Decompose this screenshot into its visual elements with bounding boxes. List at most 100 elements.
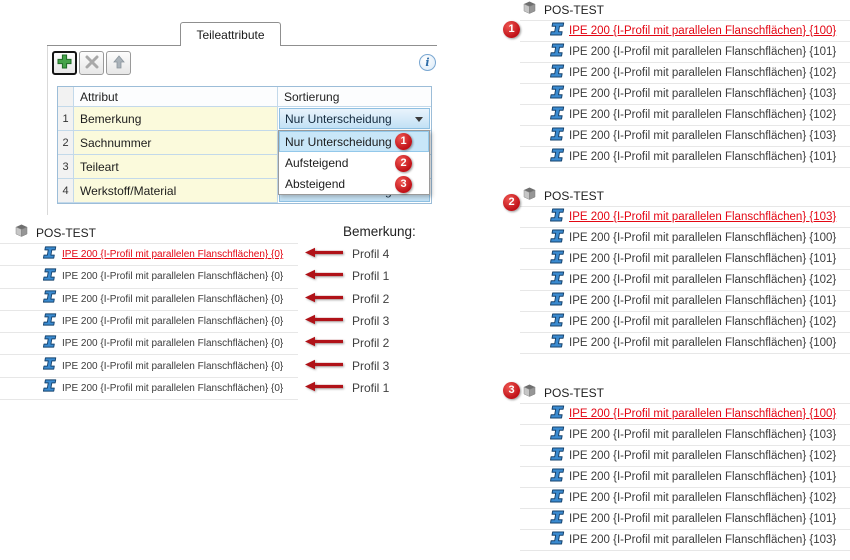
tree-item[interactable]: IPE 200 {I-Profil mit parallelen Flansch… xyxy=(520,84,850,105)
sortierung-combobox-open[interactable]: Nur Unterscheidung xyxy=(279,108,430,129)
annotation-label: Profil 3 xyxy=(352,314,390,329)
tree-item[interactable]: IPE 200 {I-Profil mit parallelen Flansch… xyxy=(0,289,298,311)
sortierung-dropdown-list: Nur Unterscheidung 1 Aufsteigend 2 Abste… xyxy=(278,130,430,195)
tree-item[interactable]: IPE 200 {I-Profil mit parallelen Flansch… xyxy=(520,249,850,270)
tree-item[interactable]: IPE 200 {I-Profil mit parallelen Flansch… xyxy=(520,312,850,333)
annotation-row: Profil 4 xyxy=(305,243,455,265)
ibeam-profile-icon xyxy=(549,509,565,530)
tree-item[interactable]: IPE 200 {I-Profil mit parallelen Flansch… xyxy=(0,333,298,356)
tree-item-label: IPE 200 {I-Profil mit parallelen Flansch… xyxy=(569,534,837,546)
tree-item[interactable]: IPE 200 {I-Profil mit parallelen Flansch… xyxy=(520,147,850,168)
tree-item[interactable]: IPE 200 {I-Profil mit parallelen Flansch… xyxy=(520,291,850,312)
tree-root-label: POS-TEST xyxy=(36,226,97,240)
ibeam-profile-icon xyxy=(549,333,565,354)
tree-item[interactable]: IPE 200 {I-Profil mit parallelen Flansch… xyxy=(520,42,850,63)
tree-item[interactable]: IPE 200 {I-Profil mit parallelen Flansch… xyxy=(0,244,298,267)
dropdown-option-nur-unterscheidung[interactable]: Nur Unterscheidung 1 xyxy=(279,131,429,152)
tree-root-row[interactable]: POS-TEST xyxy=(0,223,298,243)
result-tree-2: POS-TEST IPE 200 {I-Profil mit parallele… xyxy=(520,186,850,354)
sortierung-cell: Nur Unterscheidung xyxy=(278,107,431,131)
option-label: Aufsteigend xyxy=(285,155,349,170)
tree-item[interactable]: IPE 200 {I-Profil mit parallelen Flansch… xyxy=(520,63,850,84)
left-part-tree: POS-TEST IPE 200 {I-Profil mit parallele… xyxy=(0,223,298,401)
row-number: 1 xyxy=(58,107,74,131)
tree-item[interactable]: IPE 200 {I-Profil mit parallelen Flansch… xyxy=(520,509,850,530)
annotation-label: Profil 2 xyxy=(352,336,390,351)
ibeam-profile-icon xyxy=(549,488,565,509)
tree-item-label: IPE 200 {I-Profil mit parallelen Flansch… xyxy=(569,337,837,349)
ibeam-profile-icon xyxy=(549,270,565,291)
tree-item-label: IPE 200 {I-Profil mit parallelen Flansch… xyxy=(569,88,837,100)
tree-item-label: IPE 200 {I-Profil mit parallelen Flansch… xyxy=(569,151,837,163)
ibeam-profile-icon xyxy=(549,530,565,551)
tree-item[interactable]: IPE 200 {I-Profil mit parallelen Flansch… xyxy=(520,21,850,42)
delete-x-icon xyxy=(85,55,99,72)
tree-item[interactable]: IPE 200 {I-Profil mit parallelen Flansch… xyxy=(520,126,850,147)
tree-item-label: IPE 200 {I-Profil mit parallelen Flansch… xyxy=(569,316,837,328)
table-header-row: Attribut Sortierung xyxy=(58,87,431,107)
tree-item[interactable]: IPE 200 {I-Profil mit parallelen Flansch… xyxy=(0,355,298,378)
annotation-badge-3: 3 xyxy=(395,176,412,193)
tree-item[interactable]: IPE 200 {I-Profil mit parallelen Flansch… xyxy=(520,105,850,126)
tree-item[interactable]: IPE 200 {I-Profil mit parallelen Flansch… xyxy=(520,530,850,551)
option-label: Absteigend xyxy=(285,176,346,191)
tree-item[interactable]: IPE 200 {I-Profil mit parallelen Flansch… xyxy=(520,404,850,425)
tree-item[interactable]: IPE 200 {I-Profil mit parallelen Flansch… xyxy=(0,266,298,289)
annotation-row: Profil 2 xyxy=(305,332,455,354)
tree-item[interactable]: IPE 200 {I-Profil mit parallelen Flansch… xyxy=(520,467,850,488)
ibeam-profile-icon xyxy=(549,404,565,425)
dropdown-option-aufsteigend[interactable]: Aufsteigend 2 xyxy=(279,152,429,173)
table-row: 1 Bemerkung Nur Unterscheidung xyxy=(58,107,431,131)
tab-teileattribute[interactable]: Teileattribute xyxy=(180,22,281,46)
tree-item-label: IPE 200 {I-Profil mit parallelen Flansch… xyxy=(569,67,837,79)
attribut-cell[interactable]: Bemerkung xyxy=(74,107,278,131)
tree-item-label: IPE 200 {I-Profil mit parallelen Flansch… xyxy=(62,360,284,372)
ibeam-profile-icon xyxy=(42,378,57,398)
chevron-down-icon xyxy=(415,117,423,122)
ibeam-profile-icon xyxy=(42,245,57,265)
annotation-row: Profil 3 xyxy=(305,355,455,377)
row-number: 2 xyxy=(58,131,74,155)
tree-item[interactable]: IPE 200 {I-Profil mit parallelen Flansch… xyxy=(520,228,850,249)
ibeam-profile-icon xyxy=(549,63,565,84)
attribut-cell[interactable]: Sachnummer xyxy=(74,131,278,155)
attribut-cell[interactable]: Werkstoff/Material xyxy=(74,179,278,203)
ibeam-profile-icon xyxy=(549,42,565,63)
assembly-icon xyxy=(13,223,30,243)
tree-item-label: IPE 200 {I-Profil mit parallelen Flansch… xyxy=(569,450,837,462)
ibeam-profile-icon xyxy=(42,334,57,354)
annotation-row: Profil 3 xyxy=(305,310,455,332)
result-badge-1: 1 xyxy=(503,21,520,38)
tree-item[interactable]: IPE 200 {I-Profil mit parallelen Flansch… xyxy=(520,270,850,291)
tree-item-label: IPE 200 {I-Profil mit parallelen Flansch… xyxy=(569,211,837,223)
tree-item-label: IPE 200 {I-Profil mit parallelen Flansch… xyxy=(569,492,837,504)
assembly-icon xyxy=(521,383,538,403)
attribut-cell[interactable]: Teileart xyxy=(74,155,278,179)
arrow-left-icon xyxy=(305,290,343,308)
arrow-left-icon xyxy=(305,357,343,375)
tree-item-label: IPE 200 {I-Profil mit parallelen Flansch… xyxy=(569,274,837,286)
tree-item[interactable]: IPE 200 {I-Profil mit parallelen Flansch… xyxy=(520,446,850,467)
move-up-button[interactable] xyxy=(106,51,131,75)
add-attribute-button[interactable] xyxy=(52,51,77,75)
row-number: 3 xyxy=(58,155,74,179)
ibeam-profile-icon xyxy=(549,126,565,147)
ibeam-profile-icon xyxy=(549,446,565,467)
info-icon[interactable]: i xyxy=(419,54,436,71)
tree-root-row[interactable]: POS-TEST xyxy=(520,186,850,206)
tree-item[interactable]: IPE 200 {I-Profil mit parallelen Flansch… xyxy=(520,333,850,354)
dropdown-option-absteigend[interactable]: Absteigend 3 xyxy=(279,173,429,194)
tree-item[interactable]: IPE 200 {I-Profil mit parallelen Flansch… xyxy=(520,425,850,446)
ibeam-profile-icon xyxy=(42,356,57,376)
arrow-left-icon xyxy=(305,334,343,352)
tree-item[interactable]: IPE 200 {I-Profil mit parallelen Flansch… xyxy=(0,378,298,401)
tree-item-label: IPE 200 {I-Profil mit parallelen Flansch… xyxy=(569,109,837,121)
ibeam-profile-icon xyxy=(549,291,565,312)
tree-item[interactable]: IPE 200 {I-Profil mit parallelen Flansch… xyxy=(520,488,850,509)
delete-attribute-button[interactable] xyxy=(79,51,104,75)
tree-root-row[interactable]: POS-TEST xyxy=(520,0,850,20)
tree-root-row[interactable]: POS-TEST xyxy=(520,383,850,403)
tree-item[interactable]: IPE 200 {I-Profil mit parallelen Flansch… xyxy=(520,207,850,228)
tree-item-label: IPE 200 {I-Profil mit parallelen Flansch… xyxy=(62,271,284,283)
tree-item[interactable]: IPE 200 {I-Profil mit parallelen Flansch… xyxy=(0,311,298,334)
